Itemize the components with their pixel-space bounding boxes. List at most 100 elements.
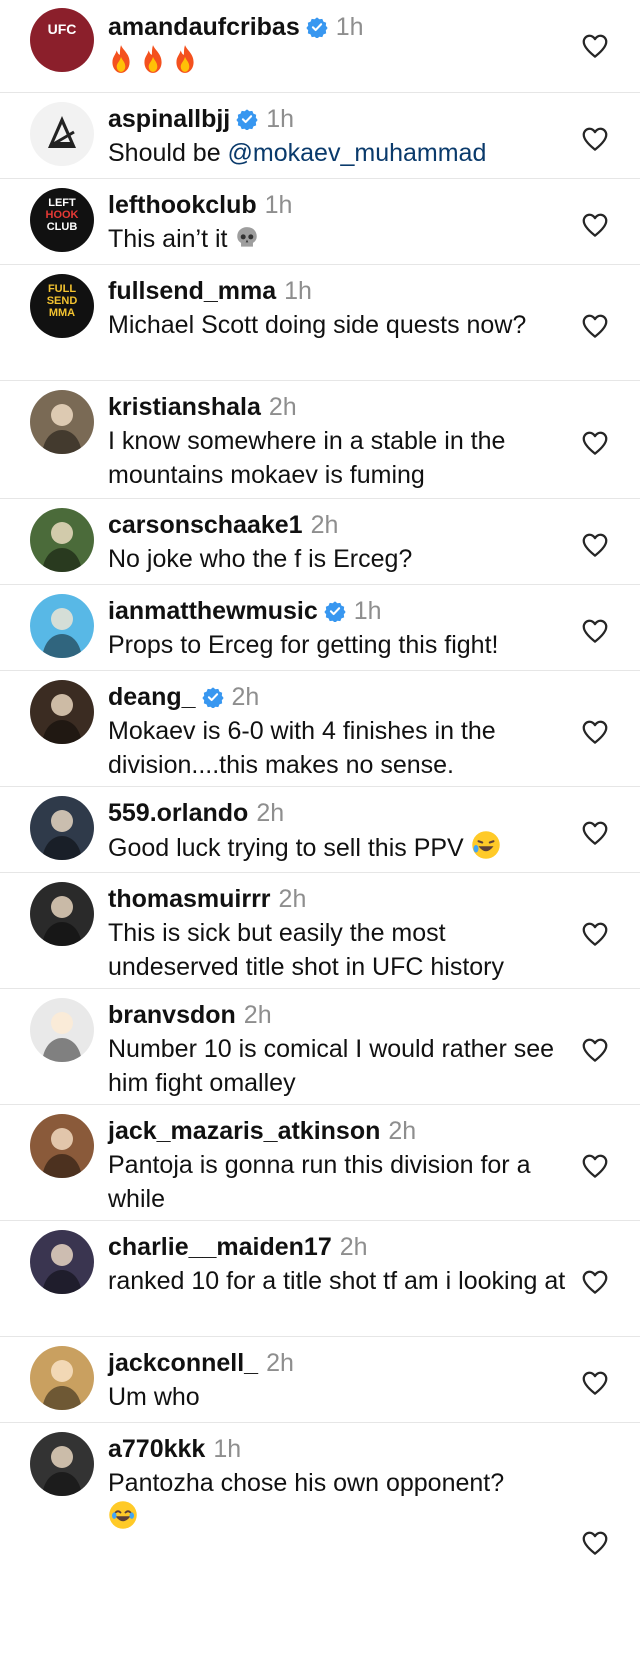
comment-time: 2h bbox=[388, 1117, 417, 1145]
username-link[interactable]: amandaufcribas bbox=[108, 13, 300, 41]
svg-text:LEFT: LEFT bbox=[48, 197, 76, 209]
like-heart-icon[interactable] bbox=[580, 31, 610, 61]
like-heart-icon[interactable] bbox=[580, 1035, 610, 1065]
comment-text: I know somewhere in a stable in the moun… bbox=[108, 424, 568, 492]
comment-header: a770kkk 1h bbox=[108, 1434, 568, 1464]
like-heart-icon[interactable] bbox=[580, 616, 610, 646]
avatar[interactable] bbox=[30, 390, 94, 454]
comment-body: Number 10 is comical I would rather see … bbox=[108, 1035, 555, 1097]
comment-item: jackconnell_ 2h Um who bbox=[0, 1336, 640, 1422]
username-link[interactable]: branvsdon bbox=[108, 1001, 236, 1029]
comment-item: 559.orlando 2h Good luck trying to sell th… bbox=[0, 786, 640, 872]
comment-text: Should be @mokaev_muhammad bbox=[108, 136, 568, 170]
comment-text: Um who bbox=[108, 1380, 568, 1414]
svg-text:HOOK: HOOK bbox=[46, 209, 79, 221]
comment-time: 2h bbox=[278, 885, 307, 913]
like-heart-icon[interactable] bbox=[580, 1368, 610, 1398]
avatar[interactable]: UFC bbox=[30, 8, 94, 72]
like-heart-icon[interactable] bbox=[580, 124, 610, 154]
comment-time: 2h bbox=[256, 799, 285, 827]
divider bbox=[0, 584, 640, 585]
avatar[interactable]: FULL SEND MMA bbox=[30, 274, 94, 338]
avatar[interactable] bbox=[30, 998, 94, 1062]
username-link[interactable]: aspinallbjj bbox=[108, 105, 230, 133]
comment-time: 2h bbox=[231, 683, 260, 711]
comment-body: I know somewhere in a stable in the moun… bbox=[108, 427, 506, 489]
username-link[interactable]: jack_mazaris_atkinson bbox=[108, 1117, 380, 1145]
like-heart-icon[interactable] bbox=[580, 1151, 610, 1181]
mention-link[interactable]: @mokaev_muhammad bbox=[228, 139, 487, 167]
avatar[interactable] bbox=[30, 102, 94, 166]
like-heart-icon[interactable] bbox=[580, 919, 610, 949]
comment-time: 1h bbox=[213, 1435, 242, 1463]
username-link[interactable]: thomasmuirrr bbox=[108, 885, 271, 913]
comment-body: Pantoja is gonna run this division for a… bbox=[108, 1151, 531, 1213]
svg-text:MMA: MMA bbox=[49, 307, 75, 319]
avatar[interactable] bbox=[30, 680, 94, 744]
avatar[interactable]: LEFT HOOK CLUB bbox=[30, 188, 94, 252]
like-heart-icon[interactable] bbox=[580, 311, 610, 341]
like-heart-icon[interactable] bbox=[580, 530, 610, 560]
username-link[interactable]: carsonschaake1 bbox=[108, 511, 303, 539]
fire-emoji-icon bbox=[176, 45, 194, 73]
username-link[interactable]: kristianshala bbox=[108, 393, 261, 421]
comment-header: 559.orlando 2h bbox=[108, 798, 568, 828]
comment-body: Should be bbox=[108, 139, 228, 167]
comment-text: Pantozha chose his own opponent? bbox=[108, 1466, 568, 1535]
comment-body: Um who bbox=[108, 1383, 200, 1411]
like-heart-icon[interactable] bbox=[580, 818, 610, 848]
comment-body: This is sick but easily the most undeser… bbox=[108, 919, 505, 981]
username-link[interactable]: deang_ bbox=[108, 683, 196, 711]
like-heart-icon[interactable] bbox=[580, 1528, 610, 1558]
divider bbox=[0, 498, 640, 499]
avatar[interactable] bbox=[30, 1230, 94, 1294]
comment-text: Props to Erceg for getting this fight! bbox=[108, 628, 568, 662]
like-heart-icon[interactable] bbox=[580, 428, 610, 458]
comment-item: FULL SEND MMA fullsend_mma 1h Michael Scott d… bbox=[0, 264, 640, 380]
username-link[interactable]: fullsend_mma bbox=[108, 277, 276, 305]
username-link[interactable]: jackconnell_ bbox=[108, 1349, 258, 1377]
comment-item: aspinallbjj 1h Should be @mokaev_muhammad bbox=[0, 92, 640, 178]
comment-text: Mokaev is 6-0 with 4 finishes in the div… bbox=[108, 714, 568, 782]
divider bbox=[0, 178, 640, 179]
fire-emoji-icon bbox=[112, 45, 130, 73]
comment-time: 2h bbox=[310, 511, 339, 539]
comment-item: carsonschaake1 2h No joke who the f is Erc… bbox=[0, 498, 640, 584]
username-link[interactable]: 559.orlando bbox=[108, 799, 248, 827]
comment-header: aspinallbjj 1h bbox=[108, 104, 568, 134]
comment-time: 2h bbox=[268, 393, 297, 421]
avatar[interactable] bbox=[30, 1114, 94, 1178]
avatar[interactable] bbox=[30, 1432, 94, 1496]
comments-list: UFC amandaufcribas 1h aspinallbjj 1h Should b… bbox=[0, 0, 640, 1656]
comment-header: branvsdon 2h bbox=[108, 1000, 568, 1030]
divider bbox=[0, 670, 640, 671]
comment-text: Good luck trying to sell this PPV bbox=[108, 830, 568, 865]
comment-body: No joke who the f is Erceg? bbox=[108, 545, 413, 573]
avatar[interactable] bbox=[30, 882, 94, 946]
comment-header: thomasmuirrr 2h bbox=[108, 884, 568, 914]
comment-text: Number 10 is comical I would rather see … bbox=[108, 1032, 568, 1100]
username-link[interactable]: a770kkk bbox=[108, 1435, 205, 1463]
avatar[interactable] bbox=[30, 594, 94, 658]
avatar[interactable] bbox=[30, 796, 94, 860]
divider bbox=[0, 92, 640, 93]
comment-time: 1h bbox=[266, 105, 295, 133]
divider bbox=[0, 380, 640, 381]
like-heart-icon[interactable] bbox=[580, 1267, 610, 1297]
avatar[interactable] bbox=[30, 1346, 94, 1410]
comment-header: deang_ 2h bbox=[108, 682, 568, 712]
username-link[interactable]: charlie__maiden17 bbox=[108, 1233, 332, 1261]
like-heart-icon[interactable] bbox=[580, 210, 610, 240]
comment-body: ranked 10 for a title shot tf am i looki… bbox=[108, 1267, 566, 1295]
comment-time: 1h bbox=[335, 13, 364, 41]
username-link[interactable]: lefthookclub bbox=[108, 191, 257, 219]
like-heart-icon[interactable] bbox=[580, 717, 610, 747]
comment-item: deang_ 2h Mokaev is 6-0 with 4 finishes in… bbox=[0, 670, 640, 786]
verified-badge-icon bbox=[236, 109, 258, 130]
comment-item: charlie__maiden17 2h ranked 10 for a title… bbox=[0, 1220, 640, 1336]
comment-body: This ain’t it bbox=[108, 225, 235, 253]
verified-badge-icon bbox=[324, 601, 346, 622]
username-link[interactable]: ianmatthewmusic bbox=[108, 597, 318, 625]
avatar[interactable] bbox=[30, 508, 94, 572]
comment-header: fullsend_mma 1h bbox=[108, 276, 568, 306]
